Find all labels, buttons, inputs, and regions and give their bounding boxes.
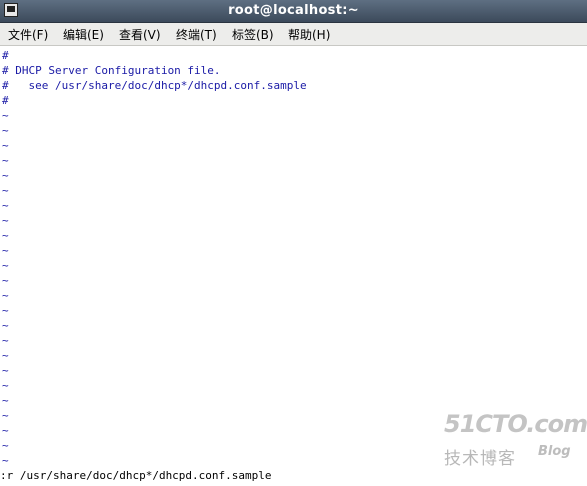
window-titlebar[interactable]: root@localhost:~ — [0, 0, 587, 23]
empty-line-marker: ~ — [2, 244, 9, 257]
watermark-sub-text: 技术博客 — [444, 449, 516, 469]
editor-line-3: # see /usr/share/doc/dhcp*/dhcpd.conf.sa… — [2, 79, 307, 92]
empty-line-marker: ~ — [2, 214, 9, 227]
empty-line-marker: ~ — [2, 424, 9, 437]
empty-line-marker: ~ — [2, 259, 9, 272]
empty-line-marker: ~ — [2, 334, 9, 347]
empty-line-marker: ~ — [2, 274, 9, 287]
menu-edit[interactable]: 编辑(E) — [63, 26, 104, 43]
empty-line-marker: ~ — [2, 439, 9, 452]
empty-line-marker: ~ — [2, 304, 9, 317]
empty-line-marker: ~ — [2, 394, 9, 407]
menu-tabs[interactable]: 标签(B) — [232, 26, 274, 43]
editor-line-1: # — [2, 49, 9, 62]
empty-line-marker: ~ — [2, 379, 9, 392]
empty-line-marker: ~ — [2, 319, 9, 332]
empty-line-marker: ~ — [2, 199, 9, 212]
editor-line-4: # — [2, 94, 9, 107]
watermark-main-text: 51CTO.com — [444, 410, 587, 438]
empty-line-marker: ~ — [2, 364, 9, 377]
empty-line-marker: ~ — [2, 349, 9, 362]
watermark-blog-text: Blog — [538, 444, 571, 459]
window-title: root@localhost:~ — [228, 3, 359, 18]
menu-file[interactable]: 文件(F) — [8, 26, 48, 43]
empty-line-marker: ~ — [2, 184, 9, 197]
menu-help[interactable]: 帮助(H) — [288, 26, 330, 43]
empty-line-marker: ~ — [2, 229, 9, 242]
empty-line-marker: ~ — [2, 454, 9, 467]
empty-line-marker: ~ — [2, 289, 9, 302]
vim-command-line[interactable]: :r /usr/share/doc/dhcp*/dhcpd.conf.sampl… — [0, 468, 272, 483]
editor-line-2: # DHCP Server Configuration file. — [2, 64, 221, 77]
menu-terminal[interactable]: 终端(T) — [176, 26, 217, 43]
empty-line-marker: ~ — [2, 169, 9, 182]
menu-bar: 文件(F) 编辑(E) 查看(V) 终端(T) 标签(B) 帮助(H) — [0, 23, 587, 46]
watermark-logo: 51CTO.com 技术博客 Blog — [444, 410, 587, 470]
empty-line-marker: ~ — [2, 409, 9, 422]
empty-line-marker: ~ — [2, 124, 9, 137]
empty-line-marker: ~ — [2, 154, 9, 167]
menu-view[interactable]: 查看(V) — [119, 26, 161, 43]
empty-line-marker: ~ — [2, 139, 9, 152]
empty-line-marker: ~ — [2, 109, 9, 122]
